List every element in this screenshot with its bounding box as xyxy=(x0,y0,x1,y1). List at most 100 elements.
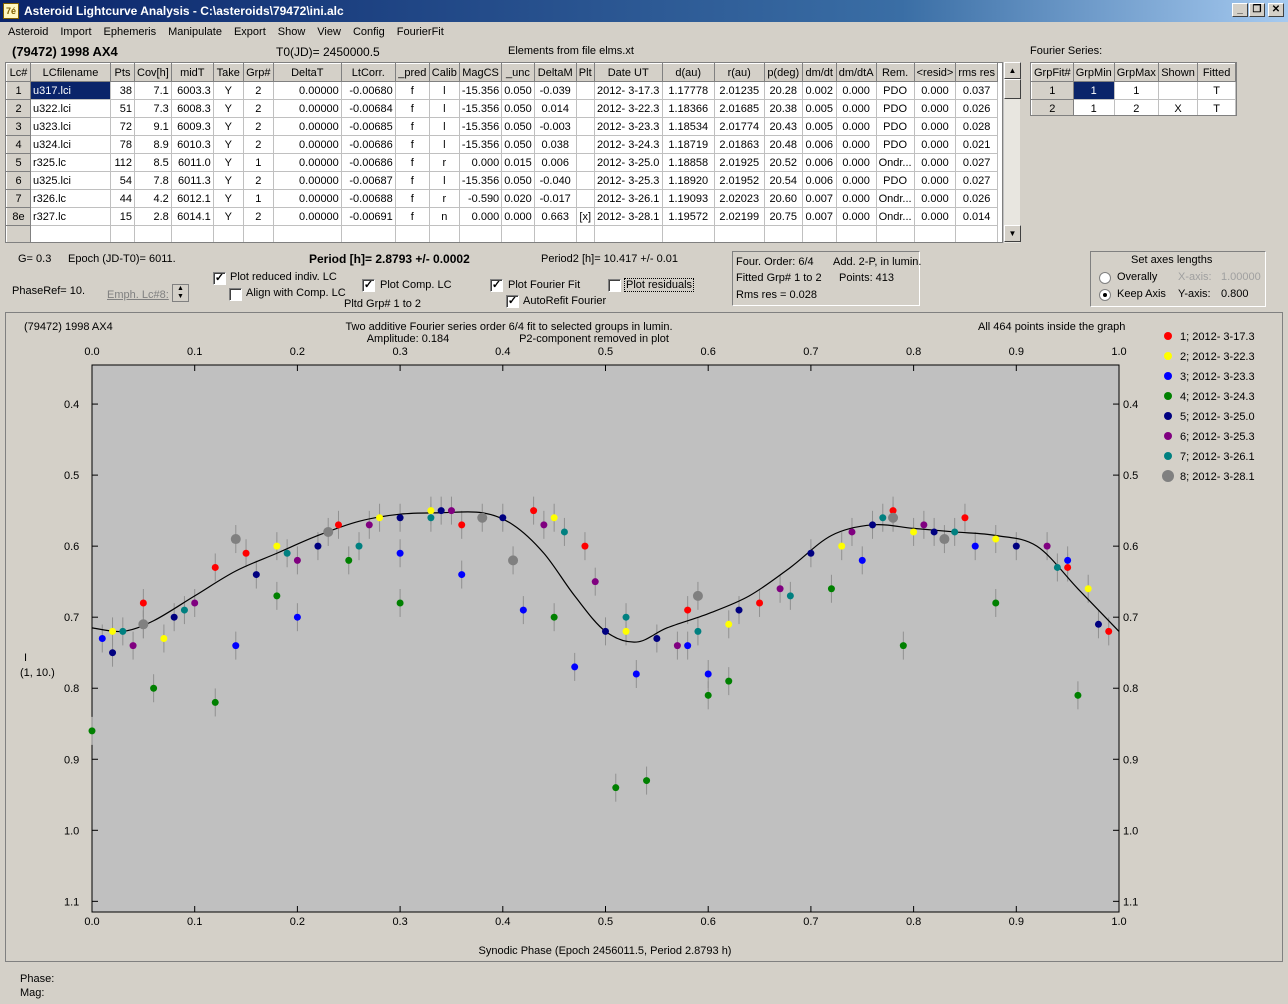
lc-table-cell[interactable]: 1 xyxy=(242,153,274,172)
lc-table-cell[interactable]: 3 xyxy=(6,117,31,136)
lc-table-cell[interactable]: PDO xyxy=(875,135,915,154)
lc-table-cell[interactable]: 2.01952 xyxy=(713,171,765,190)
lc-table-cell[interactable]: -0.00685 xyxy=(340,117,396,136)
lc-table-cell[interactable]: 0.027 xyxy=(955,171,998,190)
close-icon[interactable]: ✕ xyxy=(1268,3,1284,17)
lc-table-cell[interactable]: 6012.1 xyxy=(170,189,214,208)
keep-axis-radio[interactable] xyxy=(1099,289,1111,301)
lc-table-cell[interactable]: -15.356 xyxy=(458,117,503,136)
fourier-table-row[interactable]: 111T xyxy=(1031,81,1236,100)
lightcurve-plot[interactable]: (79472) 1998 AX4 Two additive Fourier se… xyxy=(5,312,1283,962)
lc-table-cell[interactable]: 6008.3 xyxy=(170,99,214,118)
plot-reduced-checkbox[interactable]: ✓ xyxy=(213,272,226,285)
lc-table-cell[interactable]: 0.000 xyxy=(458,153,503,172)
lc-table-cell[interactable]: -0.00686 xyxy=(340,135,396,154)
lc-table-cell[interactable]: 2012- 3-25.0 xyxy=(593,153,663,172)
menu-export[interactable]: Export xyxy=(226,24,270,38)
lc-table-cell[interactable]: Y xyxy=(212,81,244,100)
lc-table-cell[interactable]: Y xyxy=(212,207,244,226)
menu-view[interactable]: View xyxy=(309,24,345,38)
lc-col-header[interactable]: Lc# xyxy=(6,63,31,82)
fourier-table-cell[interactable] xyxy=(1157,81,1199,100)
plot-residuals-checkbox[interactable] xyxy=(608,279,621,292)
lc-table-cell[interactable]: 112 xyxy=(110,153,135,172)
lc-table-cell[interactable]: 0.050 xyxy=(501,81,535,100)
lc-table-cell[interactable]: 20.54 xyxy=(763,171,803,190)
lc-col-header[interactable]: LCfilename xyxy=(30,63,111,82)
x-axis-value[interactable]: 1.00000 xyxy=(1221,271,1261,283)
lc-table-cell[interactable]: f xyxy=(394,207,430,226)
lc-table-cell[interactable]: 2 xyxy=(242,117,274,136)
lc-table-cell[interactable]: 0.007 xyxy=(801,189,837,208)
lc-table-cell[interactable] xyxy=(575,81,595,100)
lc-col-header[interactable]: <resid> xyxy=(913,63,957,82)
lc-col-header[interactable]: rms res xyxy=(955,63,998,82)
lc-table-cell[interactable]: r xyxy=(428,153,460,172)
lc-table-cell[interactable]: -15.356 xyxy=(458,81,503,100)
lc-table-cell[interactable]: 2 xyxy=(242,99,274,118)
lc-table-cell[interactable]: 1.18534 xyxy=(661,117,715,136)
lc-table-cell[interactable]: 0.000 xyxy=(458,207,503,226)
lc-table-cell[interactable] xyxy=(575,153,595,172)
lc-table-cell[interactable]: 0.00000 xyxy=(272,135,342,154)
lc-table-cell[interactable]: 15 xyxy=(110,207,135,226)
lc-table-cell[interactable]: 0.050 xyxy=(501,99,535,118)
restore-icon[interactable]: ❐ xyxy=(1249,3,1265,17)
lc-table-cell[interactable]: f xyxy=(394,81,430,100)
lc-table-cell[interactable]: l xyxy=(428,117,460,136)
lc-table-cell[interactable]: -0.00680 xyxy=(340,81,396,100)
y-axis-value[interactable]: 0.800 xyxy=(1221,288,1249,300)
fourier-table-cell[interactable]: X xyxy=(1157,99,1199,115)
lc-table-cell[interactable]: 0.000 xyxy=(835,153,877,172)
lc-table-cell[interactable]: Y xyxy=(212,153,244,172)
lc-table-scrollbar[interactable]: ▲ ▼ xyxy=(1003,62,1021,243)
lc-col-header[interactable]: LtCorr. xyxy=(340,63,396,82)
lc-table-cell[interactable]: 0.007 xyxy=(801,207,837,226)
lc-table-cell[interactable]: 1.17778 xyxy=(661,81,715,100)
align-comp-checkbox[interactable] xyxy=(229,288,242,301)
menu-show[interactable]: Show xyxy=(270,24,310,38)
lc-table-row[interactable]: 1 u317.lci 38 7.1 6003.3 Y 2 0.00000 -0.00680 f l -… xyxy=(6,81,998,100)
fourier-table-row[interactable]: 212XT xyxy=(1031,99,1236,115)
lc-table-cell[interactable]: 0.00000 xyxy=(272,189,342,208)
lc-table-cell[interactable]: 0.050 xyxy=(501,117,535,136)
lc-table-cell[interactable]: 8e xyxy=(6,207,31,226)
menu-fourierfit[interactable]: FourierFit xyxy=(389,24,448,38)
lc-col-header[interactable]: Pts xyxy=(110,63,135,82)
lc-table-cell[interactable]: Y xyxy=(212,135,244,154)
lc-table-cell[interactable]: n xyxy=(428,207,460,226)
lc-table-cell[interactable]: 8.9 xyxy=(134,135,172,154)
lc-table-cell[interactable]: Ondr... xyxy=(875,189,915,208)
lc-table-cell[interactable]: 0.038 xyxy=(533,135,577,154)
lc-table-cell[interactable]: 9.1 xyxy=(134,117,172,136)
lc-table-cell[interactable]: Ondr... xyxy=(875,153,915,172)
lc-table-cell[interactable]: 38 xyxy=(110,81,135,100)
lc-table-cell[interactable]: Y xyxy=(212,99,244,118)
lc-table-cell[interactable]: PDO xyxy=(875,117,915,136)
lc-table-cell[interactable]: 0.00000 xyxy=(272,153,342,172)
lc-table-row[interactable]: 4 u324.lci 78 8.9 6010.3 Y 2 0.00000 -0.00686 f l -… xyxy=(6,135,998,154)
menu-manipulate[interactable]: Manipulate xyxy=(160,24,226,38)
lc-table-cell[interactable]: 0.000 xyxy=(913,189,957,208)
lc-table-cell[interactable]: 2012- 3-23.3 xyxy=(593,117,663,136)
lc-table-cell[interactable]: 2.02199 xyxy=(713,207,765,226)
lc-table-cell[interactable]: 1.18719 xyxy=(661,135,715,154)
fourier-table-cell[interactable]: 2 xyxy=(1113,99,1159,115)
lc-table-cell[interactable]: u324.lci xyxy=(30,135,111,154)
lc-table-cell[interactable]: 0.000 xyxy=(835,189,877,208)
lc-table-cell[interactable]: 2 xyxy=(242,135,274,154)
lc-table-cell[interactable]: 2012- 3-24.3 xyxy=(593,135,663,154)
lc-table-cell[interactable]: r327.lc xyxy=(30,207,111,226)
minimize-icon[interactable]: _ xyxy=(1232,3,1248,17)
lc-col-header[interactable]: _unc xyxy=(501,63,535,82)
lc-table-cell[interactable]: 0.000 xyxy=(501,207,535,226)
lc-table-cell[interactable]: 2012- 3-25.3 xyxy=(593,171,663,190)
lc-table-cell[interactable]: Y xyxy=(212,189,244,208)
lc-table-cell[interactable]: 44 xyxy=(110,189,135,208)
lc-table-cell[interactable]: 1.18858 xyxy=(661,153,715,172)
lc-table-cell[interactable]: 6011.0 xyxy=(170,153,214,172)
lc-table-row[interactable]: 8e r327.lc 15 2.8 6014.1 Y 2 0.00000 -0.00691 f n 0… xyxy=(6,207,998,226)
fourier-table-cell[interactable]: 2 xyxy=(1031,99,1074,115)
fourier-table-cell[interactable]: 1 xyxy=(1031,81,1074,100)
lc-table-cell[interactable]: r325.lc xyxy=(30,153,111,172)
